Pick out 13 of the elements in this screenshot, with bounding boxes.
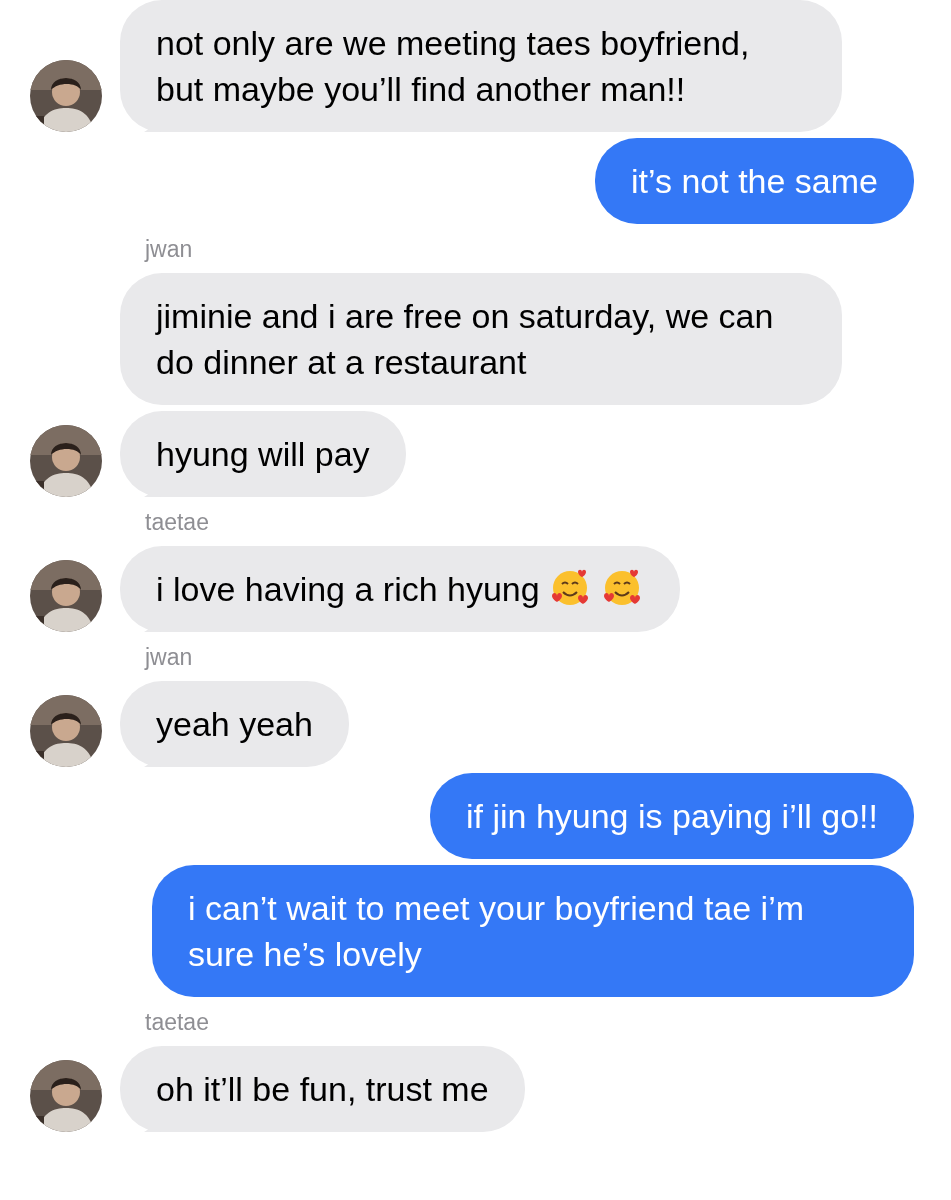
message-bubble: jiminie and i are free on saturday, we can do dinner at a restaurant [120,273,842,405]
message-bubble: oh it’ll be fun, trust me [120,1046,525,1132]
message-bubble: hyung will pay [120,411,406,497]
sender-name: taetae [145,509,209,536]
message-bubble: i love having a rich hyung [120,546,680,632]
message-bubble: it’s not the same [595,138,914,224]
message-bubble: if jin hyung is paying i’ll go!! [430,773,914,859]
sender-name: jwan [145,236,193,263]
sender-name: taetae [145,1009,209,1036]
message-bubble: yeah yeah [120,681,349,767]
message-bubble: i can’t wait to meet your boyfriend tae i’m sure he’s lovely [152,865,914,997]
sender-name: jwan [145,644,193,671]
message-bubble: not only are we meeting taes boyfriend, but maybe you’ll find another man!! [120,0,842,132]
